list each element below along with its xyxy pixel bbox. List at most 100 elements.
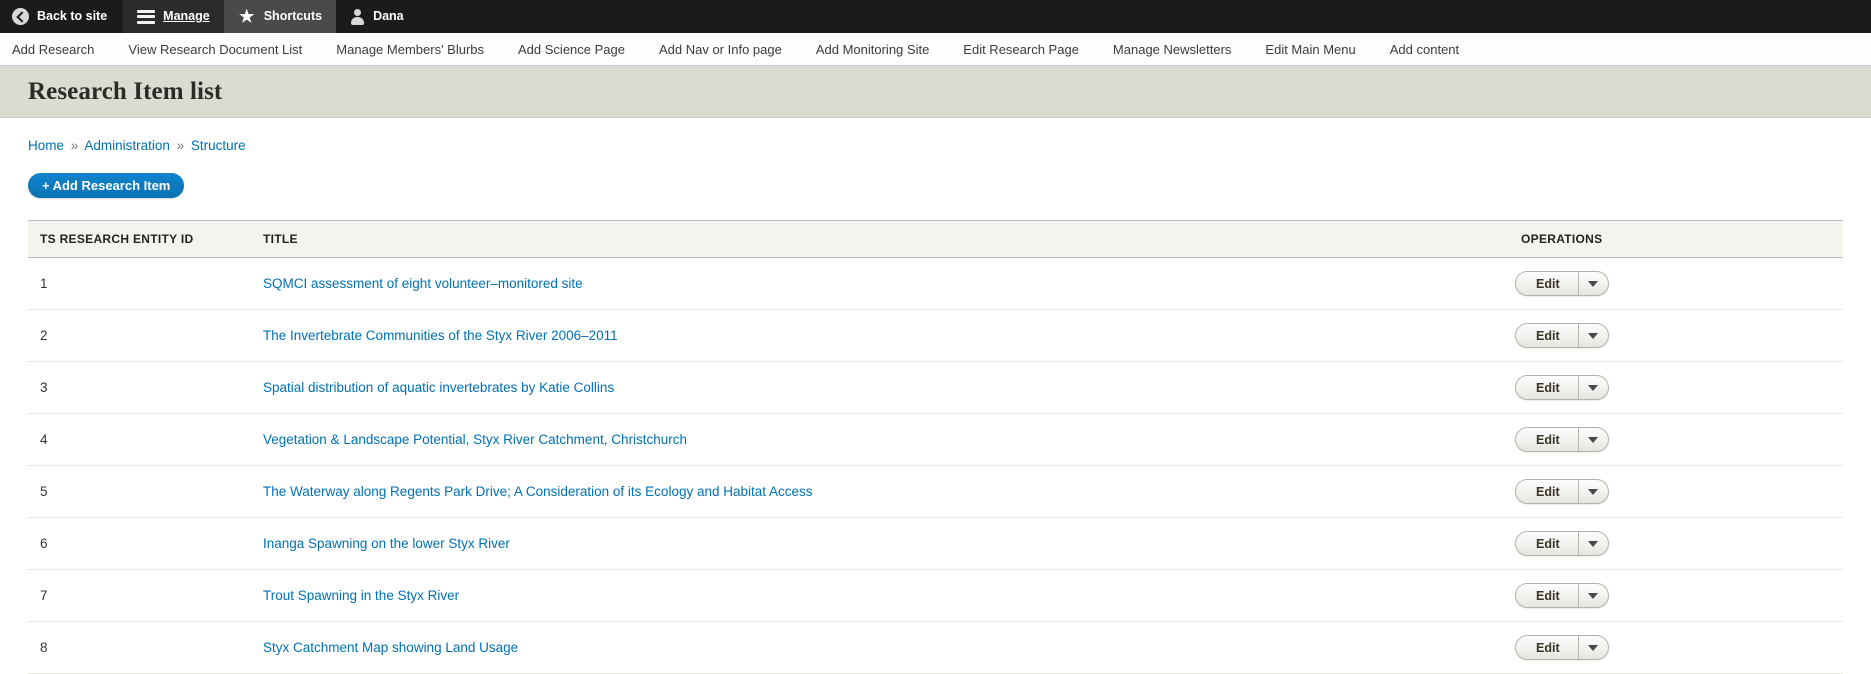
table-row: 8 Styx Catchment Map showing Land Usage … bbox=[28, 621, 1843, 674]
research-item-link[interactable]: Trout Spawning in the Styx River bbox=[263, 588, 459, 603]
toolbar-tab-user[interactable]: Dana bbox=[336, 0, 418, 33]
edit-split-button: Edit bbox=[1515, 531, 1609, 556]
edit-dropdown-toggle[interactable] bbox=[1577, 584, 1608, 607]
cell-operations: Edit bbox=[1513, 257, 1843, 310]
page-title: Research Item list bbox=[28, 77, 223, 105]
column-header-operations: OPERATIONS bbox=[1513, 220, 1843, 258]
shortcut-manage-newsletters[interactable]: Manage Newsletters bbox=[1096, 42, 1249, 57]
edit-button[interactable]: Edit bbox=[1516, 376, 1578, 399]
main-content: Home » Administration » Structure + Add … bbox=[0, 118, 1871, 674]
shortcut-add-nav-or-info-page[interactable]: Add Nav or Info page bbox=[642, 42, 799, 57]
cell-operations: Edit bbox=[1513, 361, 1843, 414]
hamburger-menu-icon bbox=[137, 9, 156, 24]
cell-id: 3 bbox=[28, 361, 263, 414]
user-name-label: Dana bbox=[373, 9, 404, 24]
breadcrumb-separator: » bbox=[176, 138, 185, 153]
breadcrumb-item-administration[interactable]: Administration bbox=[84, 138, 170, 153]
table-row: 5 The Waterway along Regents Park Drive;… bbox=[28, 465, 1843, 518]
edit-button[interactable]: Edit bbox=[1516, 428, 1578, 451]
research-item-link[interactable]: Inanga Spawning on the lower Styx River bbox=[263, 536, 510, 551]
cell-id: 2 bbox=[28, 309, 263, 362]
cell-operations: Edit bbox=[1513, 569, 1843, 622]
admin-toolbar: Back to site Manage ★ Shortcuts Dana bbox=[0, 0, 1871, 33]
page-header-band: Research Item list bbox=[0, 66, 1871, 118]
chevron-down-icon bbox=[1588, 488, 1599, 495]
shortcuts-bar: Add Research View Research Document List… bbox=[0, 33, 1871, 66]
manage-label: Manage bbox=[163, 9, 210, 24]
add-research-item-label: Add Research Item bbox=[52, 178, 171, 193]
research-item-link[interactable]: Styx Catchment Map showing Land Usage bbox=[263, 640, 518, 655]
shortcut-edit-research-page[interactable]: Edit Research Page bbox=[946, 42, 1096, 57]
table-row: 7 Trout Spawning in the Styx River Edit bbox=[28, 569, 1843, 622]
add-research-item-button[interactable]: + Add Research Item bbox=[28, 173, 185, 198]
edit-button[interactable]: Edit bbox=[1516, 584, 1578, 607]
chevron-down-icon bbox=[1588, 436, 1599, 443]
toolbar-tab-shortcuts[interactable]: ★ Shortcuts bbox=[223, 0, 337, 33]
column-header-id[interactable]: TS RESEARCH ENTITY ID bbox=[28, 220, 263, 258]
research-item-link[interactable]: The Waterway along Regents Park Drive; A… bbox=[263, 484, 813, 499]
shortcut-manage-members-blurbs[interactable]: Manage Members' Blurbs bbox=[319, 42, 501, 57]
shortcut-view-research-document-list[interactable]: View Research Document List bbox=[111, 42, 319, 57]
edit-split-button: Edit bbox=[1515, 271, 1609, 296]
cell-operations: Edit bbox=[1513, 517, 1843, 570]
breadcrumb-item-home[interactable]: Home bbox=[28, 138, 64, 153]
cell-title: Spatial distribution of aquatic inverteb… bbox=[263, 361, 1513, 414]
table-row: 1 SQMCI assessment of eight volunteer–mo… bbox=[28, 257, 1843, 310]
edit-split-button: Edit bbox=[1515, 375, 1609, 400]
table-row: 4 Vegetation & Landscape Potential, Styx… bbox=[28, 413, 1843, 466]
shortcut-add-content[interactable]: Add content bbox=[1373, 42, 1476, 57]
shortcut-add-monitoring-site[interactable]: Add Monitoring Site bbox=[799, 42, 946, 57]
table-row: 3 Spatial distribution of aquatic invert… bbox=[28, 361, 1843, 414]
table-header: TS RESEARCH ENTITY ID TITLE OPERATIONS bbox=[28, 220, 1843, 258]
chevron-down-icon bbox=[1588, 384, 1599, 391]
back-to-site-label: Back to site bbox=[37, 9, 108, 24]
cell-operations: Edit bbox=[1513, 621, 1843, 674]
edit-dropdown-toggle[interactable] bbox=[1577, 376, 1608, 399]
edit-split-button: Edit bbox=[1515, 323, 1609, 348]
shortcut-add-research[interactable]: Add Research bbox=[12, 42, 111, 57]
edit-dropdown-toggle[interactable] bbox=[1577, 480, 1608, 503]
edit-button[interactable]: Edit bbox=[1516, 480, 1578, 503]
research-item-link[interactable]: Vegetation & Landscape Potential, Styx R… bbox=[263, 432, 687, 447]
cell-operations: Edit bbox=[1513, 413, 1843, 466]
edit-dropdown-toggle[interactable] bbox=[1577, 532, 1608, 555]
edit-dropdown-toggle[interactable] bbox=[1577, 272, 1608, 295]
shortcuts-label: Shortcuts bbox=[263, 9, 323, 24]
chevron-down-icon bbox=[1588, 280, 1599, 287]
edit-split-button: Edit bbox=[1515, 635, 1609, 660]
back-arrow-icon bbox=[12, 8, 29, 25]
cell-title: SQMCI assessment of eight volunteer–moni… bbox=[263, 257, 1513, 310]
edit-button[interactable]: Edit bbox=[1516, 272, 1578, 295]
chevron-down-icon bbox=[1588, 540, 1599, 547]
shortcut-edit-main-menu[interactable]: Edit Main Menu bbox=[1248, 42, 1372, 57]
edit-button[interactable]: Edit bbox=[1516, 324, 1578, 347]
research-item-link[interactable]: SQMCI assessment of eight volunteer–moni… bbox=[263, 276, 583, 291]
shortcut-add-science-page[interactable]: Add Science Page bbox=[501, 42, 642, 57]
edit-split-button: Edit bbox=[1515, 427, 1609, 452]
breadcrumb: Home » Administration » Structure bbox=[28, 118, 1843, 153]
cell-id: 1 bbox=[28, 257, 263, 310]
edit-dropdown-toggle[interactable] bbox=[1577, 324, 1608, 347]
chevron-down-icon bbox=[1588, 332, 1599, 339]
edit-button[interactable]: Edit bbox=[1516, 532, 1578, 555]
user-avatar-icon bbox=[350, 8, 365, 25]
toolbar-tab-manage[interactable]: Manage bbox=[123, 0, 224, 33]
cell-title: Styx Catchment Map showing Land Usage bbox=[263, 621, 1513, 674]
cell-title: Vegetation & Landscape Potential, Styx R… bbox=[263, 413, 1513, 466]
cell-title: The Invertebrate Communities of the Styx… bbox=[263, 309, 1513, 362]
edit-dropdown-toggle[interactable] bbox=[1577, 428, 1608, 451]
chevron-down-icon bbox=[1588, 644, 1599, 651]
cell-id: 7 bbox=[28, 569, 263, 622]
cell-id: 6 bbox=[28, 517, 263, 570]
cell-operations: Edit bbox=[1513, 309, 1843, 362]
breadcrumb-separator: » bbox=[70, 138, 79, 153]
cell-id: 4 bbox=[28, 413, 263, 466]
back-to-site-button[interactable]: Back to site bbox=[0, 0, 123, 33]
cell-title: Trout Spawning in the Styx River bbox=[263, 569, 1513, 622]
breadcrumb-item-structure[interactable]: Structure bbox=[191, 138, 246, 153]
cell-title: Inanga Spawning on the lower Styx River bbox=[263, 517, 1513, 570]
column-header-title[interactable]: TITLE bbox=[263, 220, 1513, 258]
research-item-link[interactable]: The Invertebrate Communities of the Styx… bbox=[263, 328, 618, 343]
research-item-link[interactable]: Spatial distribution of aquatic inverteb… bbox=[263, 380, 614, 395]
table-header-row: TS RESEARCH ENTITY ID TITLE OPERATIONS bbox=[28, 220, 1843, 258]
